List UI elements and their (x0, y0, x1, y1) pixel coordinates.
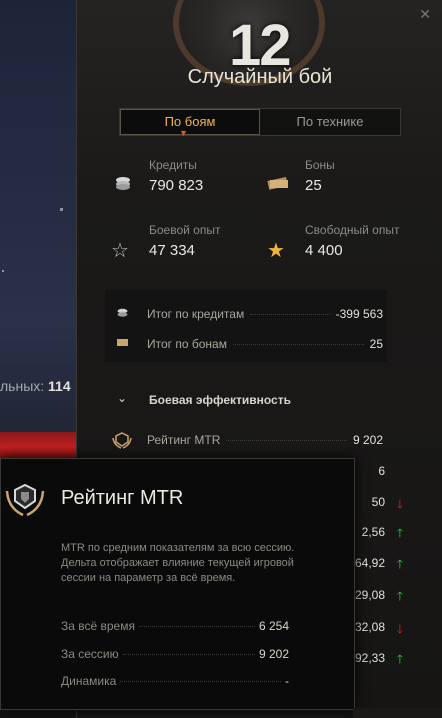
summary-row-credits: Итог по кредитам -399 563 (147, 307, 383, 321)
trend-up-icon: 🡑 (396, 526, 403, 540)
tooltip-row-dynamics: Динамика - (61, 674, 289, 688)
bonds-small-icon (117, 339, 128, 346)
summary-row-bonds: Итог по бонам 25 (147, 337, 383, 351)
efficiency-value: 50 (371, 495, 385, 509)
mtr-tooltip: Рейтинг MTR MTR по средним показателям з… (0, 458, 355, 710)
bonds-icon (267, 177, 288, 190)
stat-credits: Кредиты 790 823 (149, 158, 204, 194)
collapse-chevron-icon[interactable]: ⌄ (117, 391, 127, 405)
close-icon[interactable]: ✕ (419, 6, 431, 23)
efficiency-value: 32,08 (354, 620, 385, 634)
trend-up-icon: 🡑 (396, 652, 403, 666)
efficiency-row-mtr[interactable]: Рейтинг MTR 9 202 (147, 433, 383, 447)
efficiency-value: 29,08 (354, 588, 385, 602)
mtr-rating-large-icon (5, 483, 45, 517)
tooltip-row-all-time: За всё время 6 254 (61, 619, 289, 633)
trend-down-icon: 🡓 (396, 497, 403, 511)
efficiency-value: 92,33 (354, 651, 385, 665)
trend-up-icon: 🡑 (396, 589, 403, 603)
background-star (2, 270, 4, 272)
tooltip-row-session: За сессию 9 202 (61, 647, 289, 661)
tooltip-title: Рейтинг MTR (61, 487, 184, 509)
credits-small-icon (117, 308, 128, 317)
stat-bonds: Боны 25 (305, 158, 335, 194)
efficiency-value: 64,92 (354, 556, 385, 570)
combat-xp-star-outline-icon: ☆ (111, 240, 129, 262)
battles-count: льных: 114 (0, 378, 71, 394)
trend-down-icon: 🡓 (396, 622, 403, 636)
free-xp-star-icon: ★ (267, 240, 285, 262)
efficiency-value: 6 (378, 464, 385, 478)
trend-up-icon: 🡑 (396, 557, 403, 571)
stat-combat-xp: Боевой опыт 47 334 (149, 223, 221, 259)
battle-type-title: Случайный бой (187, 66, 333, 88)
mtr-rating-icon (112, 432, 132, 449)
summary-box (105, 290, 387, 362)
active-tab-indicator-icon: ▼ (179, 128, 188, 138)
view-tabs: По боям По технике (119, 108, 401, 136)
credits-icon (116, 177, 130, 190)
tooltip-description: MTR по средним показателям за всю сессию… (61, 542, 295, 584)
background-star (60, 208, 63, 211)
bottom-bar (353, 708, 442, 718)
tab-by-battles[interactable]: По боям (120, 109, 260, 135)
stat-free-xp: Свободный опыт 4 400 (305, 223, 400, 259)
efficiency-section-title[interactable]: Боевая эффективность (149, 393, 291, 407)
efficiency-value: 2,56 (361, 525, 385, 539)
tab-by-vehicles[interactable]: По технике (260, 109, 400, 135)
